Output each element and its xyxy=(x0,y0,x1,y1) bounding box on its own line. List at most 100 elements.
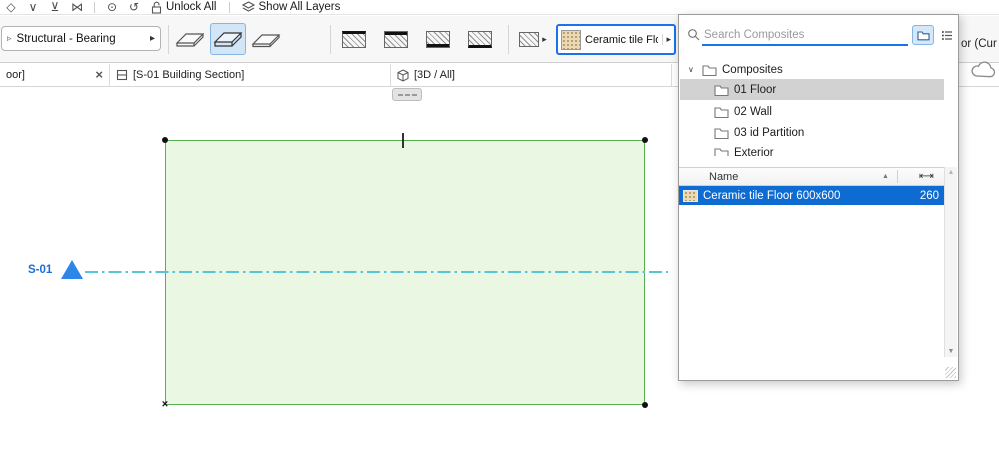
layers-icon[interactable] xyxy=(241,1,255,13)
toolbar-separator xyxy=(228,1,230,13)
cube-icon xyxy=(397,68,409,82)
list-view-toggle[interactable] xyxy=(936,25,958,45)
composite-thickness-value: 260 xyxy=(919,189,939,202)
ref-plane-top-button[interactable] xyxy=(336,23,372,55)
tab-building-section[interactable]: [S-01 Building Section] xyxy=(110,64,391,86)
mirror-icon[interactable]: ⋈ xyxy=(66,0,88,14)
tree-item-exterior[interactable]: Exterior xyxy=(680,144,944,156)
chevron-down-icon[interactable]: ∨ xyxy=(22,0,44,14)
toolbar-separator xyxy=(330,25,331,54)
favorites-dropdown[interactable]: ▹ Structural - Bearing ▸ xyxy=(1,26,161,51)
composites-table-header: Name ▲ ⇤⇥ xyxy=(679,167,945,186)
tab-label: oor] xyxy=(6,69,25,81)
composite-thumbnail xyxy=(683,189,698,202)
tree-root-label: Composites xyxy=(722,63,783,76)
clipped-dropdown-text: or (Cur xyxy=(961,38,997,50)
folder-icon xyxy=(702,64,717,76)
ref-plane-bottom-button[interactable] xyxy=(462,23,498,55)
tree-item-02-wall[interactable]: 02 Wall xyxy=(680,101,944,122)
list-view-icon xyxy=(942,30,952,40)
show-all-layers-button[interactable]: Show All Layers xyxy=(259,1,341,13)
folder-icon xyxy=(714,127,729,139)
ref-plane-core-top-button[interactable] xyxy=(378,23,414,55)
hatch-core-top-icon xyxy=(384,30,408,48)
dropdown-arrow-icon: ▸ xyxy=(149,33,155,44)
section-label: S-01 xyxy=(28,264,53,276)
collapsed-palette-handle[interactable] xyxy=(392,88,422,101)
selection-handle-top-left[interactable] xyxy=(162,137,168,143)
folder-view-icon xyxy=(916,30,930,40)
target-icon[interactable]: ⊙ xyxy=(101,0,123,14)
tree-item-label: 02 Wall xyxy=(734,105,772,118)
composite-row-selected[interactable]: Ceramic tile Floor 600x600 260 xyxy=(679,186,945,205)
table-scrollbar[interactable]: ▲ ▼ xyxy=(944,167,957,357)
structure-type-button[interactable]: ▸ xyxy=(512,23,554,55)
tree-root-composites[interactable]: ∨ Composites xyxy=(680,59,944,80)
top-toolbar: ◇ ∨ ⊻ ⋈ ⊙ ↺ Unlock All Show All Layers xyxy=(0,0,999,15)
dropdown-arrow-icon: ▸ xyxy=(662,34,671,45)
tab-3d-all[interactable]: [3D / All] xyxy=(391,64,672,86)
tab-label: [S-01 Building Section] xyxy=(133,69,245,81)
section-sheet-icon xyxy=(116,69,128,81)
selection-handle-top-right[interactable] xyxy=(642,137,648,143)
edit-origin-marker[interactable]: × xyxy=(162,398,168,410)
toolbar-separator xyxy=(168,25,169,54)
dash xyxy=(404,93,410,96)
hatch-bottom-icon xyxy=(468,30,492,48)
dash xyxy=(397,93,403,96)
sort-ascending-icon[interactable]: ▲ xyxy=(882,173,889,180)
dash xyxy=(411,93,417,96)
composites-popup-panel: ∨ Composites 01 Floor 02 Wall 03 id Part… xyxy=(678,14,959,381)
ref-plane-core-bottom-button[interactable] xyxy=(420,23,456,55)
slab-alt-icon xyxy=(251,34,281,48)
section-marker-triangle[interactable] xyxy=(61,260,83,279)
align-bottom-icon[interactable]: ⊻ xyxy=(44,0,66,14)
slab-flat-icon xyxy=(175,33,205,47)
teamwork-cloud-icon[interactable] xyxy=(969,58,997,84)
folder-icon xyxy=(714,106,729,118)
selection-handle-bottom-right[interactable] xyxy=(642,402,648,408)
toolbar-separator xyxy=(94,1,95,13)
rotate-icon[interactable]: ↺ xyxy=(123,0,145,14)
section-line[interactable] xyxy=(85,271,668,273)
archicad-window: ◇ ∨ ⊻ ⋈ ⊙ ↺ Unlock All Show All Layers ▹… xyxy=(0,0,999,454)
composite-name: Ceramic tile Floor 600x600 xyxy=(703,189,841,202)
folder-icon xyxy=(714,148,729,156)
name-column-header[interactable]: Name xyxy=(709,171,738,183)
tree-item-01-floor[interactable]: 01 Floor xyxy=(680,79,944,100)
slab-geometry-alt-button[interactable] xyxy=(248,23,284,55)
hatch-top-icon xyxy=(342,30,366,48)
close-tab-icon[interactable]: × xyxy=(95,68,103,81)
tree-item-label: 01 Floor xyxy=(734,83,777,96)
toolbar-separator xyxy=(508,25,509,54)
tree-item-label: Exterior xyxy=(734,147,774,156)
search-composites-input[interactable] xyxy=(702,25,908,46)
slab-geometry-simple-button[interactable] xyxy=(172,23,208,55)
scroll-down-icon[interactable]: ▼ xyxy=(945,348,957,355)
unlock-icon[interactable] xyxy=(151,1,162,14)
composite-swatch xyxy=(561,29,581,50)
tab-floor-plan[interactable]: oor] × xyxy=(0,64,110,86)
panel-resize-grip[interactable] xyxy=(945,367,956,378)
folder-view-toggle[interactable] xyxy=(912,25,934,45)
favorite-name: Structural - Bearing xyxy=(16,32,116,45)
column-separator[interactable] xyxy=(897,170,898,183)
unlock-all-button[interactable]: Unlock All xyxy=(166,1,217,13)
total-thickness-column-icon[interactable]: ⇤⇥ xyxy=(919,171,934,182)
scroll-up-icon[interactable]: ▲ xyxy=(945,169,957,176)
favorite-marker-icon: ▹ xyxy=(7,33,12,43)
slab-geometry-selected-button[interactable] xyxy=(210,23,246,55)
menu-arrow-icon: ▸ xyxy=(542,33,547,44)
hatch-core-bottom-icon xyxy=(426,30,450,48)
marquee-icon[interactable]: ◇ xyxy=(0,0,22,14)
selected-slab-element[interactable] xyxy=(165,140,645,405)
folder-icon xyxy=(714,84,729,96)
tree-item-03-id-partition[interactable]: 03 id Partition xyxy=(680,122,944,143)
snap-tick xyxy=(402,133,404,148)
hatch-icon xyxy=(519,31,540,47)
composite-selector-dropdown[interactable]: Ceramic tile Flo... ▸ xyxy=(556,24,676,55)
composite-selected-name: Ceramic tile Flo... xyxy=(585,33,659,46)
chevron-down-icon[interactable]: ∨ xyxy=(688,65,697,74)
search-icon xyxy=(687,28,700,46)
slab-thick-icon xyxy=(213,32,243,47)
